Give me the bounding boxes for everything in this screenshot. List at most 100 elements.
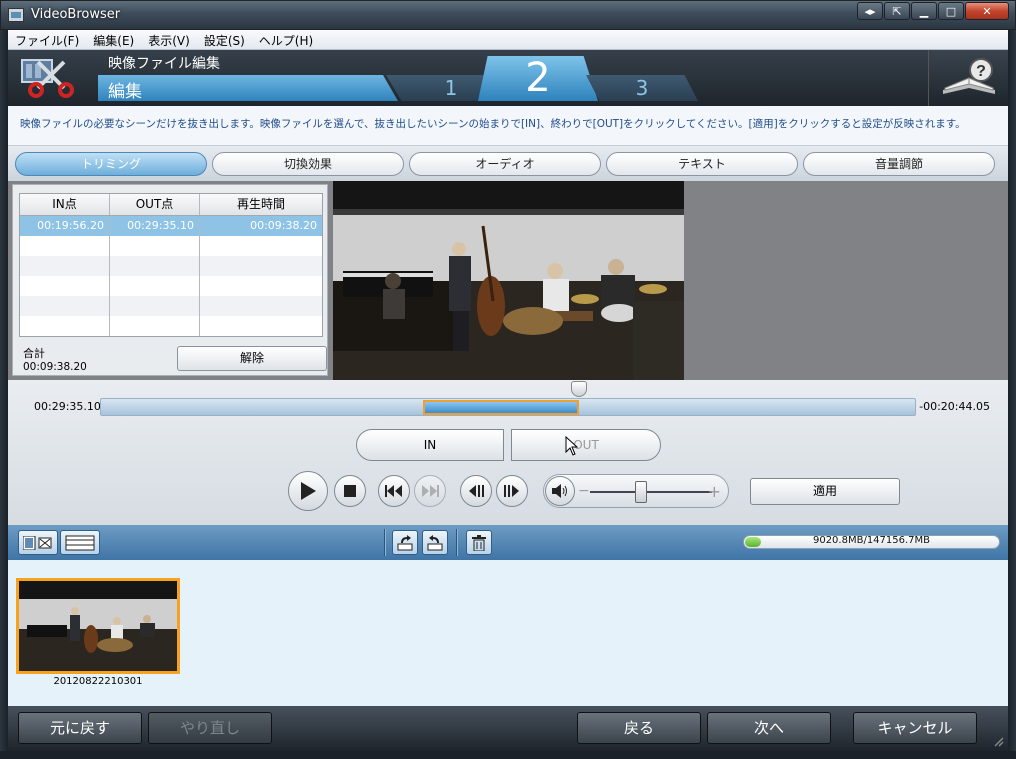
skip-forward-button[interactable] [414, 475, 446, 507]
rotate-right-icon [427, 534, 443, 550]
rotate-left-icon [397, 534, 413, 550]
timeline-controls: 00:29:35.10 -00:20:44.05 IN OUT − + 適用 [8, 380, 1008, 525]
frame-forward-button[interactable] [496, 475, 528, 507]
timeline-end-time: -00:20:44.05 [919, 400, 990, 413]
mute-button[interactable] [545, 476, 575, 506]
window-title: VideoBrowser [31, 7, 121, 22]
filmstrip-view-button[interactable] [18, 530, 58, 555]
window-frame-left [0, 30, 8, 759]
total-value: 00:09:38.20 [23, 361, 87, 373]
timeline-start-time: 00:29:35.10 [34, 400, 101, 413]
toolbar-separator [384, 529, 386, 556]
tab-transition[interactable]: 切換効果 [212, 152, 404, 176]
cancel-button[interactable]: キャンセル [853, 712, 977, 744]
back-button[interactable]: 戻る [577, 712, 701, 744]
play-button[interactable] [288, 471, 328, 511]
redo-button[interactable]: やり直し [148, 712, 272, 744]
help-book-icon: ? [943, 58, 995, 94]
timeline-selection[interactable] [423, 400, 579, 415]
volume-minus-icon: − [578, 483, 590, 499]
edit-tabs: トリミング 切換効果 オーディオ テキスト 音量調節 [8, 146, 1008, 181]
skip-back-icon [385, 485, 402, 497]
video-preview[interactable] [333, 181, 684, 380]
cell-duration: 00:09:38.20 [250, 219, 317, 232]
toolbar-separator [456, 529, 458, 556]
total-label: 合計 [23, 347, 45, 360]
thumbnail-label: 20120822210301 [53, 676, 143, 687]
maximize-button[interactable]: □ [938, 2, 964, 20]
window-frame-bottom [0, 751, 1016, 759]
tab-text[interactable]: テキスト [606, 152, 798, 176]
mouse-cursor-icon [565, 436, 579, 456]
table-row-empty [20, 256, 322, 276]
video-thumbnail[interactable] [16, 578, 180, 674]
window-controls: ◂▸ ⇱ ▁ □ ✕ [857, 2, 1009, 20]
help-button[interactable]: ? [928, 50, 1008, 106]
out-button[interactable]: OUT [511, 429, 661, 461]
timeline-track[interactable] [100, 381, 916, 416]
volume-plus-icon: + [707, 482, 721, 501]
tab-trimming[interactable]: トリミング [15, 152, 207, 176]
cell-out: 00:29:35.10 [110, 216, 200, 236]
rotate-right-button[interactable] [422, 530, 448, 555]
footer-bar: 元に戻す やり直し 戻る 次へ キャンセル [8, 706, 1008, 751]
speaker-icon [552, 484, 567, 498]
video-frame-image [333, 181, 684, 380]
col-out-point: OUT点 [110, 194, 200, 215]
stop-icon [344, 485, 356, 497]
volume-thumb[interactable] [635, 481, 647, 503]
close-button[interactable]: ✕ [965, 2, 1009, 20]
disk-usage-text: 9020.8MB/147156.7MB [812, 535, 931, 546]
tab-audio[interactable]: オーディオ [409, 152, 601, 176]
popout-icon[interactable]: ⇱ [884, 2, 910, 20]
step-2: 2 [478, 56, 598, 101]
tab-volume-adjust[interactable]: 音量調節 [803, 152, 995, 176]
menu-edit[interactable]: 編集(E) [86, 30, 141, 49]
apply-button[interactable]: 適用 [750, 478, 900, 505]
skip-forward-icon [422, 485, 439, 497]
menu-help[interactable]: ヘルプ(H) [252, 30, 320, 49]
rotate-left-button[interactable] [392, 530, 418, 555]
svg-text:?: ? [976, 63, 986, 80]
timeline-view-button[interactable] [60, 530, 100, 555]
undo-button[interactable]: 元に戻す [18, 712, 142, 744]
trash-icon [472, 534, 486, 551]
col-duration: 再生時間 [236, 197, 285, 211]
trim-editor: IN点 OUT点 再生時間 00:19:56.20 00:29:35.10 00… [8, 181, 1008, 380]
table-row-empty [20, 296, 322, 316]
frame-back-button[interactable] [460, 475, 492, 507]
cell-in: 00:19:56.20 [20, 216, 110, 236]
filmstrip-view-icon [23, 535, 52, 550]
skip-back-button[interactable] [378, 475, 410, 507]
step-title-banner: 編集 [98, 75, 398, 101]
menu-file[interactable]: ファイル(F) [8, 30, 86, 49]
frame-back-icon [469, 485, 484, 497]
title-bar: VideoBrowser ◂▸ ⇱ ▁ □ ✕ [0, 0, 1016, 30]
volume-track [590, 491, 712, 493]
menu-view[interactable]: 表示(V) [141, 30, 197, 49]
video-browser-area: 20120822210301 [8, 560, 1008, 706]
menu-bar: ファイル(F) 編集(E) 表示(V) 設定(S) ヘルプ(H) [8, 30, 1008, 50]
trim-table-header: IN点 OUT点 再生時間 [20, 194, 322, 216]
edit-scissors-icon [21, 59, 74, 98]
trim-list-panel: IN点 OUT点 再生時間 00:19:56.20 00:29:35.10 00… [12, 184, 328, 376]
resize-toggle-icon[interactable]: ◂▸ [857, 2, 883, 20]
clear-button[interactable]: 解除 [177, 346, 327, 371]
in-button[interactable]: IN [356, 429, 504, 461]
step-header: 映像ファイル編集 編集 1 2 3 ? [8, 50, 1008, 106]
menu-settings[interactable]: 設定(S) [197, 30, 252, 49]
table-row-empty [20, 236, 322, 256]
playhead-handle[interactable] [571, 381, 587, 397]
stop-button[interactable] [334, 475, 366, 507]
browser-toolbar: 9020.8MB/147156.7MB [8, 525, 1008, 560]
next-button[interactable]: 次へ [707, 712, 831, 744]
instructions: 映像ファイルの必要なシーンだけを抜き出します。映像ファイルを選んで、抜き出したい… [8, 106, 1008, 146]
resize-grip-icon[interactable] [992, 735, 1004, 747]
volume-slider[interactable]: − + [543, 474, 729, 508]
table-row-empty [20, 316, 322, 336]
table-row-empty [20, 276, 322, 296]
delete-button[interactable] [466, 530, 492, 555]
table-row[interactable]: 00:19:56.20 00:29:35.10 00:09:38.20 [20, 216, 322, 236]
minimize-button[interactable]: ▁ [911, 2, 937, 20]
disk-usage-bar: 9020.8MB/147156.7MB [743, 535, 1000, 549]
